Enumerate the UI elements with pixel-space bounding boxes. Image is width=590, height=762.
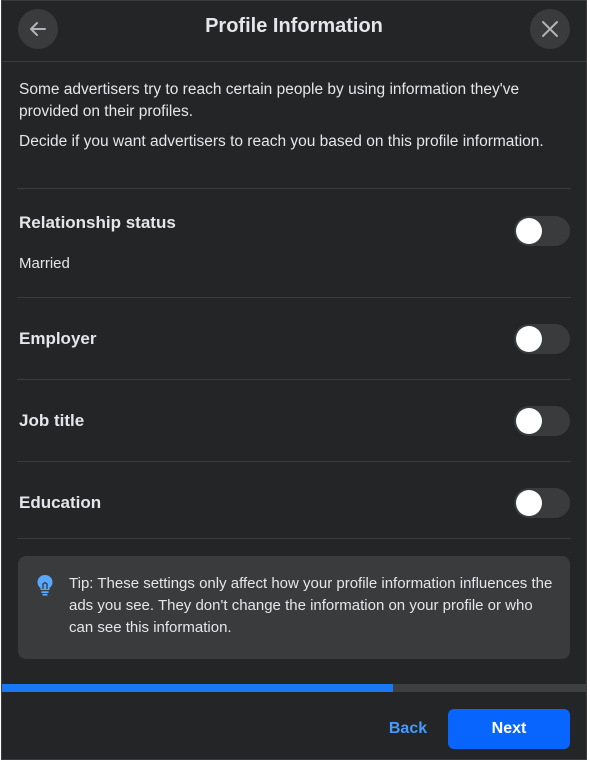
divider [17, 461, 571, 462]
setting-row-education: Education [19, 493, 570, 513]
intro-paragraph-1: Some advertisers try to reach certain pe… [19, 81, 520, 120]
setting-label: Job title [19, 411, 85, 430]
close-button[interactable] [530, 9, 570, 49]
setting-row-employer: Employer [19, 329, 570, 349]
dialog-header: Profile Information [2, 1, 586, 57]
intro-paragraph-2: Decide if you want advertisers to reach … [19, 133, 544, 150]
toggle-knob [516, 218, 542, 244]
tip-box: Tip: These settings only affect how your… [18, 556, 570, 659]
divider [17, 297, 571, 298]
setting-label: Relationship status [19, 213, 176, 232]
page-title: Profile Information [205, 15, 383, 37]
toggle-knob [516, 326, 542, 352]
progress-fill [2, 684, 394, 692]
setting-label: Employer [19, 329, 97, 348]
back-button[interactable]: Back [374, 709, 442, 749]
setting-value: Married [19, 255, 70, 272]
toggle-knob [516, 490, 542, 516]
relationship-status-toggle[interactable] [514, 216, 570, 246]
divider [17, 538, 571, 539]
job-title-toggle[interactable] [514, 406, 570, 436]
close-icon [542, 21, 558, 37]
progress-bar [2, 684, 586, 692]
lightbulb-icon [37, 575, 53, 596]
setting-label: Education [19, 493, 102, 512]
header-divider [2, 61, 586, 62]
tip-text: Tip: These settings only affect how your… [69, 575, 553, 636]
next-button[interactable]: Next [448, 709, 570, 749]
toggle-knob [516, 408, 542, 434]
setting-row-job-title: Job title [19, 411, 570, 431]
intro-text: Some advertisers try to reach certain pe… [19, 79, 566, 161]
divider [17, 379, 571, 380]
employer-toggle[interactable] [514, 324, 570, 354]
profile-information-dialog: Profile Information Some advertisers try… [1, 0, 587, 760]
education-toggle[interactable] [514, 488, 570, 518]
setting-row-relationship-status: Relationship status Married [19, 213, 570, 272]
divider [17, 188, 571, 189]
